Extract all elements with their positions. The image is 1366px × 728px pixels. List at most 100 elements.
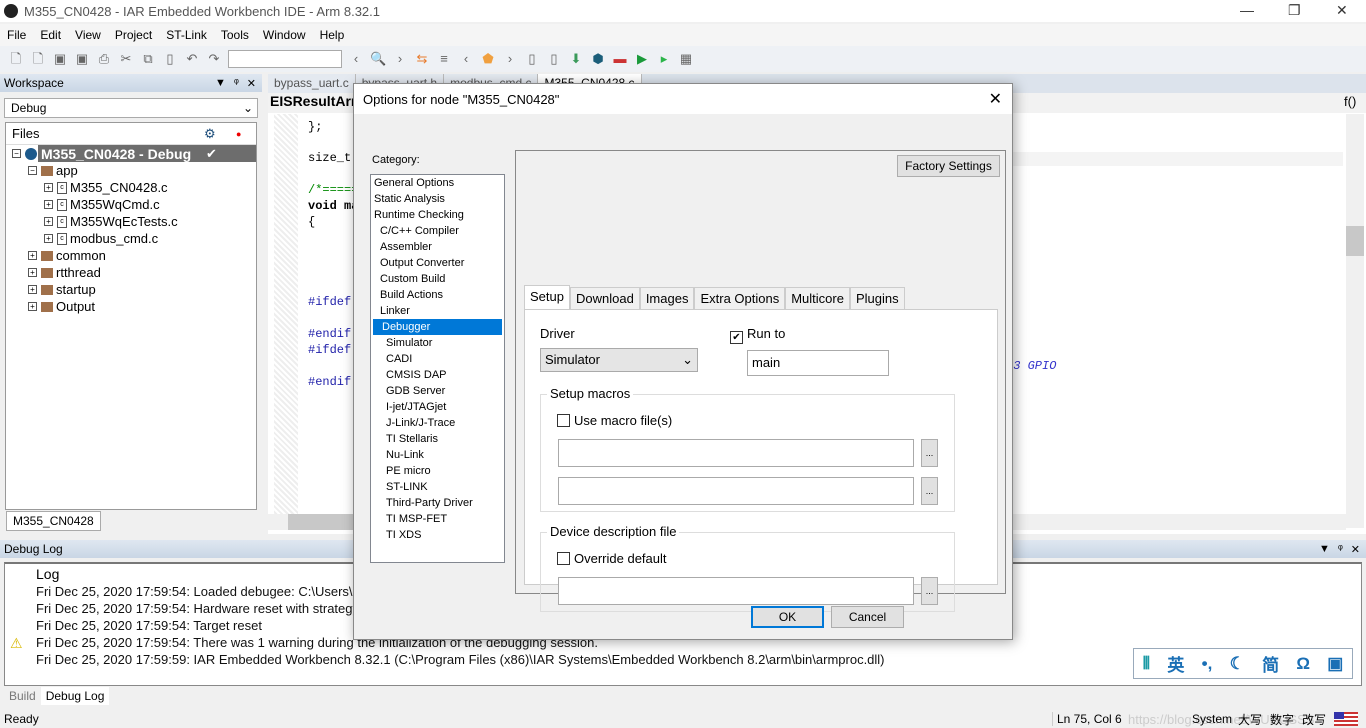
editor-tab[interactable]: bypass_uart.c bbox=[268, 74, 356, 93]
tree-item[interactable]: + c modbus_cmd.c bbox=[6, 230, 256, 247]
tab-plugins[interactable]: Plugins bbox=[849, 287, 905, 309]
dialog-close-icon[interactable]: ✕ bbox=[989, 89, 1012, 109]
ime-menu[interactable]: ▣ bbox=[1327, 654, 1343, 674]
browse-button[interactable]: ... bbox=[921, 577, 938, 605]
find-combo[interactable] bbox=[228, 50, 342, 68]
search-icon[interactable]: 🔍 bbox=[370, 51, 386, 67]
save-all-icon[interactable]: ▣ bbox=[74, 51, 90, 67]
save-icon[interactable]: ▣ bbox=[52, 51, 68, 67]
settings-icon[interactable]: ⚙ bbox=[204, 126, 216, 142]
tree-item[interactable]: + Output bbox=[6, 298, 256, 315]
run-to-checkbox[interactable]: ✔ Run to bbox=[730, 326, 785, 344]
dropdown-icon[interactable]: ▼ bbox=[1319, 543, 1330, 556]
goto-icon[interactable]: ≡ bbox=[436, 51, 452, 67]
bookmark-icon[interactable]: ⬟ bbox=[480, 51, 496, 67]
expand-icon[interactable]: + bbox=[28, 251, 37, 260]
category-item[interactable]: TI Stellaris bbox=[371, 431, 504, 447]
category-item[interactable]: GDB Server bbox=[371, 383, 504, 399]
expand-icon[interactable]: + bbox=[44, 200, 53, 209]
cut-icon[interactable]: ✂ bbox=[118, 51, 134, 67]
menu-edit[interactable]: Edit bbox=[33, 28, 68, 42]
category-item[interactable]: TI MSP-FET bbox=[371, 511, 504, 527]
category-item[interactable]: PE micro bbox=[371, 463, 504, 479]
category-item[interactable]: Runtime Checking bbox=[371, 207, 504, 223]
override-default-checkbox[interactable]: Override default bbox=[557, 551, 667, 566]
category-item[interactable]: C/C++ Compiler bbox=[371, 223, 504, 239]
config-select[interactable]: Debug ⌄ bbox=[4, 98, 258, 118]
macro-file-input-2[interactable] bbox=[558, 477, 914, 505]
menu-tools[interactable]: Tools bbox=[214, 28, 256, 42]
expand-icon[interactable]: + bbox=[28, 302, 37, 311]
browse-button[interactable]: ... bbox=[921, 477, 938, 505]
tab-build[interactable]: Build bbox=[4, 687, 41, 705]
collapse-icon[interactable]: − bbox=[28, 166, 37, 175]
category-item[interactable]: Assembler bbox=[371, 239, 504, 255]
debug-without-download-icon[interactable]: ▸ bbox=[656, 51, 672, 67]
tree-item[interactable]: + c M355WqCmd.c bbox=[6, 196, 256, 213]
category-item[interactable]: Static Analysis bbox=[371, 191, 504, 207]
download-debug-icon[interactable]: ⬢ bbox=[590, 51, 606, 67]
dropdown-icon[interactable]: ▼ bbox=[215, 77, 226, 90]
nav-back-icon[interactable]: ‹ bbox=[348, 51, 364, 67]
tab-multicore[interactable]: Multicore bbox=[785, 287, 850, 309]
tab-setup[interactable]: Setup bbox=[524, 285, 570, 309]
workspace-icon[interactable]: ▦ bbox=[678, 51, 694, 67]
expand-icon[interactable]: + bbox=[44, 217, 53, 226]
category-item[interactable]: Debugger bbox=[373, 319, 502, 335]
breakpoints-icon[interactable]: ▬ bbox=[612, 51, 628, 67]
expand-icon[interactable]: + bbox=[44, 183, 53, 192]
tree-item[interactable]: + startup bbox=[6, 281, 256, 298]
category-item[interactable]: Nu-Link bbox=[371, 447, 504, 463]
menu-view[interactable]: View bbox=[68, 28, 108, 42]
copy-icon[interactable]: ⧉ bbox=[140, 51, 156, 67]
category-item[interactable]: CMSIS DAP bbox=[371, 367, 504, 383]
nav-forward-icon[interactable]: › bbox=[392, 51, 408, 67]
ime-simplified[interactable]: 简 bbox=[1262, 651, 1279, 676]
tree-item[interactable]: − ✔ M355_CN0428 - Debug bbox=[6, 145, 256, 162]
next-doc-icon[interactable]: ▯ bbox=[546, 51, 562, 67]
tree-item[interactable]: − app bbox=[6, 162, 256, 179]
driver-select[interactable]: Simulator ⌄ bbox=[540, 348, 698, 372]
menu-file[interactable]: File bbox=[0, 28, 33, 42]
restore-button[interactable]: ❐ bbox=[1288, 2, 1301, 19]
open-file-icon[interactable]: 🗋 bbox=[30, 51, 46, 67]
ime-language[interactable]: 英 bbox=[1167, 651, 1184, 676]
download-icon[interactable]: ⬇ bbox=[568, 51, 584, 67]
category-list[interactable]: General Options Static Analysis Runtime Ch… bbox=[370, 174, 505, 563]
category-item[interactable]: TI XDS bbox=[371, 527, 504, 543]
expand-icon[interactable]: + bbox=[28, 268, 37, 277]
debug-go-icon[interactable]: ▶ bbox=[634, 51, 650, 67]
close-icon[interactable]: ✕ bbox=[247, 77, 256, 90]
menu-window[interactable]: Window bbox=[256, 28, 313, 42]
pin-icon[interactable]: ᵠ bbox=[1338, 543, 1343, 556]
collapse-icon[interactable]: − bbox=[12, 149, 21, 158]
tree-item[interactable]: + c M355WqEcTests.c bbox=[6, 213, 256, 230]
expand-icon[interactable]: + bbox=[44, 234, 53, 243]
tab-debug-log[interactable]: Debug Log bbox=[40, 687, 110, 705]
pin-icon[interactable]: ᵠ bbox=[234, 77, 239, 90]
device-file-input[interactable] bbox=[558, 577, 914, 605]
prev-doc-icon[interactable]: ▯ bbox=[524, 51, 540, 67]
category-item[interactable]: CADI bbox=[371, 351, 504, 367]
redo-icon[interactable]: ↷ bbox=[206, 51, 222, 67]
expand-icon[interactable]: + bbox=[28, 285, 37, 294]
menu-st-link[interactable]: ST-Link bbox=[159, 28, 214, 42]
tab-extra-options[interactable]: Extra Options bbox=[694, 287, 786, 309]
category-item[interactable]: Build Actions bbox=[371, 287, 504, 303]
close-icon[interactable]: ✕ bbox=[1351, 543, 1360, 556]
category-item[interactable]: Third-Party Driver bbox=[371, 495, 504, 511]
category-item[interactable]: I-jet/JTAGjet bbox=[371, 399, 504, 415]
tab-download[interactable]: Download bbox=[569, 287, 640, 309]
category-item[interactable]: Simulator bbox=[371, 335, 504, 351]
workspace-tab[interactable]: M355_CN0428 bbox=[6, 511, 101, 531]
category-item[interactable]: Output Converter bbox=[371, 255, 504, 271]
function-icon[interactable]: f() bbox=[1344, 94, 1356, 109]
vertical-scrollbar[interactable] bbox=[1346, 114, 1364, 528]
replace-icon[interactable]: ⇆ bbox=[414, 51, 430, 67]
undo-icon[interactable]: ↶ bbox=[184, 51, 200, 67]
new-file-icon[interactable]: 🗋 bbox=[8, 51, 24, 67]
category-item[interactable]: General Options bbox=[371, 175, 504, 191]
cancel-button[interactable]: Cancel bbox=[831, 606, 904, 628]
ime-punctuation[interactable]: •, bbox=[1202, 654, 1213, 674]
browse-button[interactable]: ... bbox=[921, 439, 938, 467]
